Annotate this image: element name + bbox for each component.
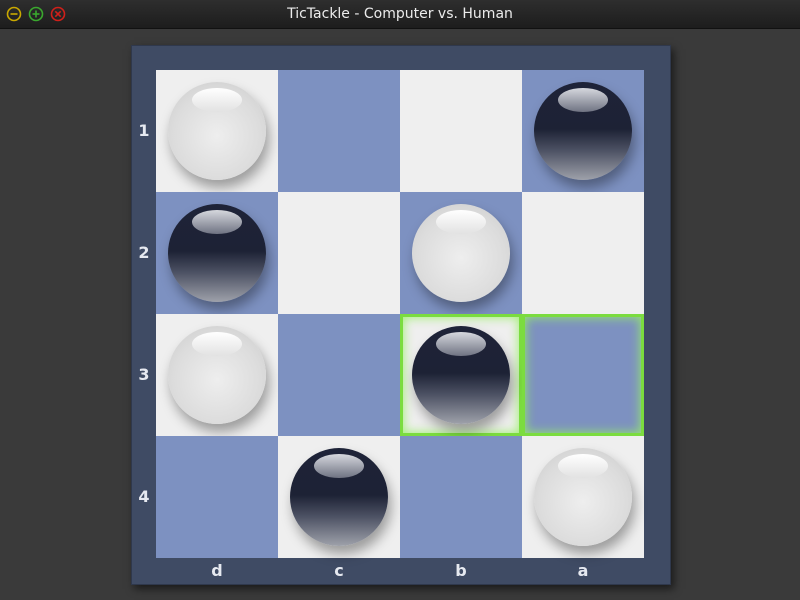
piece-highlight — [192, 88, 242, 112]
column-label-a: a — [577, 561, 589, 580]
board-square-c3[interactable] — [278, 314, 400, 436]
board-square-c2[interactable] — [278, 192, 400, 314]
column-label-c: c — [334, 561, 344, 580]
board-square-a4[interactable] — [522, 436, 644, 558]
row-label-3: 3 — [138, 365, 150, 384]
board-square-b3[interactable] — [400, 314, 522, 436]
black-piece[interactable] — [290, 448, 388, 546]
board-square-c1[interactable] — [278, 70, 400, 192]
white-piece[interactable] — [168, 326, 266, 424]
board-square-b4[interactable] — [400, 436, 522, 558]
black-piece[interactable] — [534, 82, 632, 180]
board-square-a1[interactable] — [522, 70, 644, 192]
piece-highlight — [192, 332, 242, 356]
board-square-d2[interactable] — [156, 192, 278, 314]
column-label-d: d — [211, 561, 223, 580]
board-square-d1[interactable] — [156, 70, 278, 192]
board-square-a2[interactable] — [522, 192, 644, 314]
piece-highlight — [314, 454, 364, 478]
board-square-a3[interactable] — [522, 314, 644, 436]
black-piece[interactable] — [412, 326, 510, 424]
white-piece[interactable] — [168, 82, 266, 180]
column-label-b: b — [455, 561, 467, 580]
white-piece[interactable] — [534, 448, 632, 546]
white-piece[interactable] — [412, 204, 510, 302]
row-label-2: 2 — [138, 243, 150, 262]
board-square-b2[interactable] — [400, 192, 522, 314]
board-square-d4[interactable] — [156, 436, 278, 558]
piece-highlight — [558, 88, 608, 112]
piece-highlight — [192, 210, 242, 234]
game-board — [156, 70, 644, 558]
row-label-4: 4 — [138, 487, 150, 506]
game-window: TicTackle - Computer vs. Human 1 2 3 4 d… — [0, 0, 800, 600]
piece-highlight — [436, 210, 486, 234]
board-square-c4[interactable] — [278, 436, 400, 558]
black-piece[interactable] — [168, 204, 266, 302]
piece-highlight — [558, 454, 608, 478]
piece-highlight — [436, 332, 486, 356]
window-title: TicTackle - Computer vs. Human — [287, 6, 513, 22]
row-label-1: 1 — [138, 121, 150, 140]
board-square-d3[interactable] — [156, 314, 278, 436]
title-bar[interactable]: TicTackle - Computer vs. Human — [0, 0, 800, 29]
board-square-b1[interactable] — [400, 70, 522, 192]
